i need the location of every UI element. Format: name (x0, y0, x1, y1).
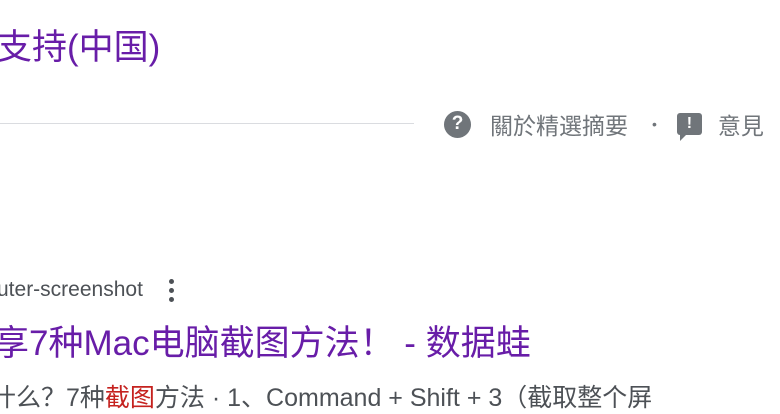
about-label: 關於精選摘要 (490, 113, 628, 139)
about-featured-snippets-link[interactable]: ? 關於精選摘要 (444, 107, 628, 141)
more-options-icon[interactable] (168, 278, 174, 302)
divider (0, 123, 414, 124)
result-snippet: 什么？7种截图方法 · 1、Command + Shift + 3（截取整个屏 (0, 381, 652, 414)
featured-snippet-footer: ? 關於精選摘要 • ! 意見 (444, 107, 764, 141)
snippet-text-before: 什么？7种 (0, 384, 105, 412)
help-circle-icon: ? (444, 110, 471, 138)
separator-dot: • (652, 116, 657, 132)
result-title-link-top[interactable]: 支持(中国) (0, 24, 160, 72)
result-url-row: uter-screenshot (0, 275, 174, 305)
snippet-text-after: 方法 · 1、Command + Shift + 3（截取整个屏 (154, 384, 653, 412)
feedback-label: 意見 (717, 113, 764, 139)
snippet-highlight: 截图 (104, 384, 155, 412)
feedback-icon: ! (676, 113, 702, 141)
result-url[interactable]: uter-screenshot (0, 278, 143, 302)
feedback-link[interactable]: ! 意見 (676, 107, 764, 141)
result-title-link[interactable]: 享7种Mac电脑截图方法！ - 数据蛙 (0, 320, 531, 368)
